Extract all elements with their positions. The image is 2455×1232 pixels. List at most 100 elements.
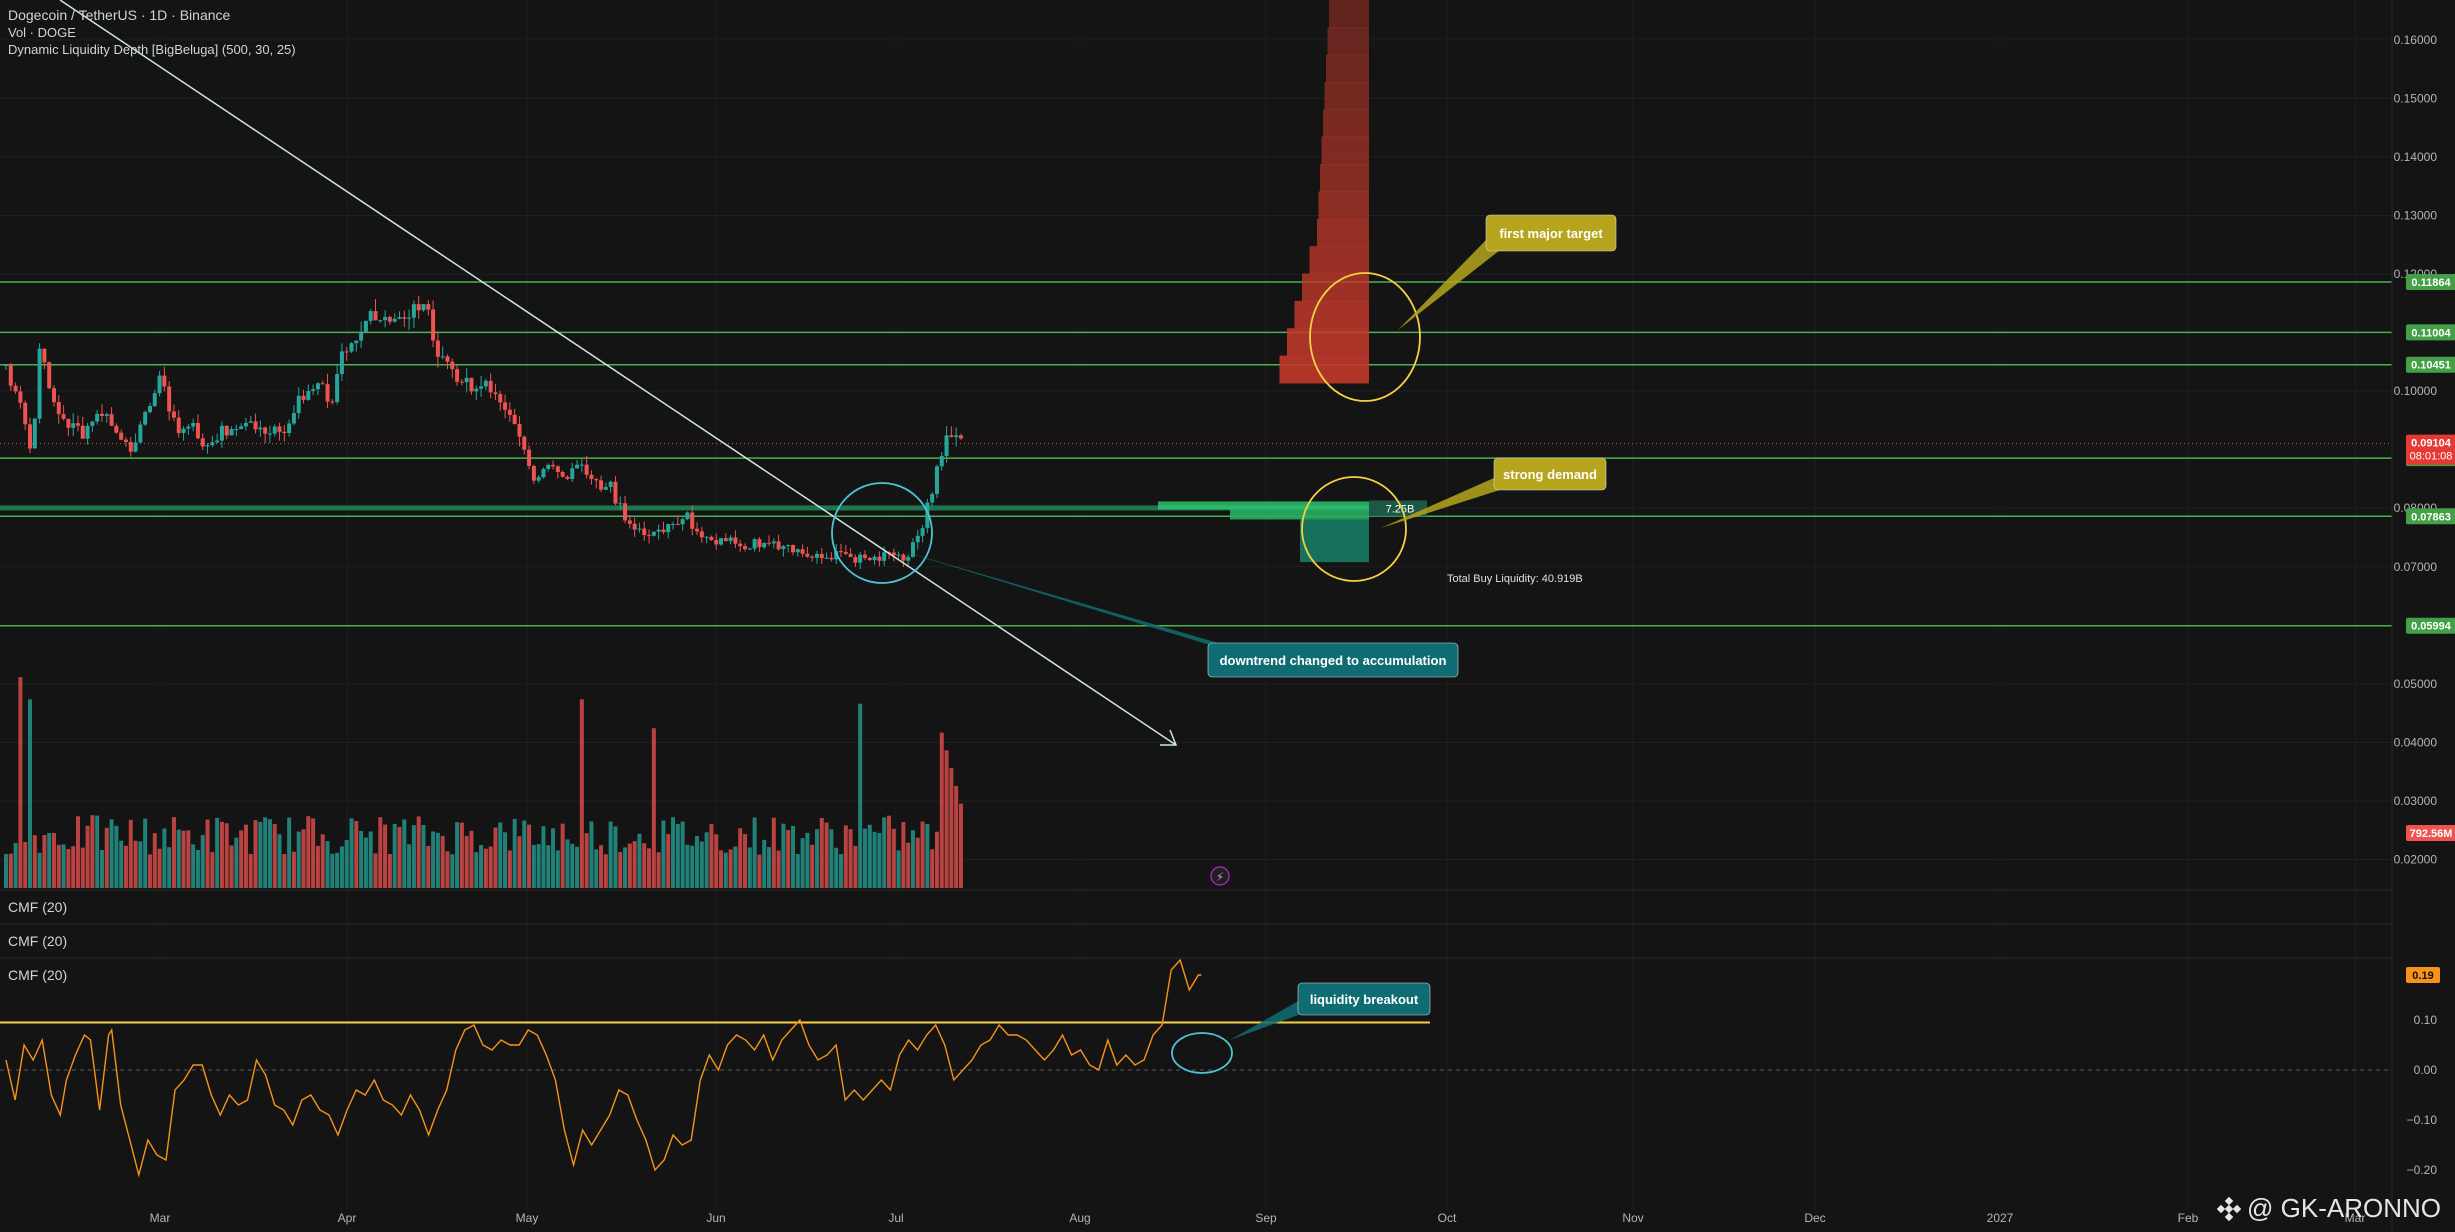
volume-bar-66 [320, 834, 325, 888]
volume-bar-5 [27, 699, 32, 888]
cmf-pane-label-3[interactable]: CMF (20) [8, 967, 67, 983]
candle-body-10 [51, 388, 56, 403]
candle-body-98 [474, 388, 479, 392]
cmf-pane-label-1[interactable]: CMF (20) [8, 899, 67, 915]
sell-liquidity-bar-4 [1323, 109, 1369, 138]
candle-body-70 [339, 351, 344, 375]
candle-body-77 [373, 311, 378, 321]
candle-body-159 [767, 542, 772, 544]
candle-body-116 [560, 471, 565, 477]
volume-bar-138 [666, 834, 671, 888]
volume-bar-49 [239, 830, 244, 888]
candle-body-179 [862, 554, 867, 558]
volume-bar-120 [579, 699, 584, 888]
volume-bar-18 [90, 815, 95, 888]
volume-bar-119 [575, 846, 580, 888]
candle-body-35 [171, 411, 176, 418]
volume-bar-21 [104, 827, 109, 888]
volume-bar-75 [363, 837, 368, 888]
volume-bar-144 [695, 835, 700, 888]
candle-body-58 [282, 431, 287, 434]
volume-bar-152 [733, 846, 738, 888]
level-label-2: 0.10451 [2411, 360, 2451, 372]
volume-bar-122 [589, 821, 594, 888]
volume-bar-167 [805, 832, 810, 888]
volume-bar-20 [99, 850, 104, 888]
candle-body-115 [555, 466, 560, 472]
candle-body-42 [205, 445, 210, 447]
volume-bar-121 [584, 833, 589, 888]
candle-body-44 [215, 440, 220, 443]
candle-body-0 [4, 364, 8, 366]
volume-bar-180 [867, 824, 872, 888]
candle-body-123 [594, 479, 599, 481]
candle-body-85 [411, 304, 416, 318]
candle-body-38 [186, 426, 191, 429]
volume-bar-125 [603, 854, 608, 888]
volume-bar-129 [623, 847, 628, 888]
volume-bar-132 [637, 833, 642, 888]
candle-body-34 [167, 386, 172, 412]
volume-bar-182 [877, 832, 882, 888]
volume-bar-174 [838, 854, 843, 888]
candle-body-101 [488, 380, 493, 393]
last-price-label: 0.09104 [2411, 438, 2452, 450]
candle-body-195 [939, 455, 944, 467]
candle-body-150 [723, 538, 728, 541]
volume-bar-163 [786, 830, 791, 888]
candle-body-178 [858, 554, 863, 563]
volume-bar-4 [23, 841, 28, 888]
symbol-title[interactable]: Dogecoin / TetherUS · 1D · Binance [8, 7, 230, 23]
volume-bar-175 [843, 825, 848, 888]
volume-bar-96 [464, 836, 469, 888]
candle-body-53 [258, 427, 263, 430]
volume-bar-14 [71, 846, 76, 888]
indicator-legend[interactable]: Dynamic Liquidity Depth [BigBeluga] (500… [8, 42, 296, 57]
candle-body-60 [291, 413, 296, 424]
candle-body-112 [541, 468, 546, 478]
candle-body-167 [805, 553, 810, 557]
candle-body-119 [575, 464, 580, 469]
candle-body-117 [565, 476, 570, 480]
volume-bar-7 [37, 852, 42, 888]
candle-body-45 [219, 425, 224, 441]
candle-body-153 [738, 543, 743, 547]
time-tick-10: 2027 [1987, 1211, 2014, 1225]
trading-chart[interactable]: 7.25BTotal Buy Liquidity: 40.919B first … [0, 0, 2455, 1232]
candle-body-59 [287, 423, 292, 434]
candle-body-67 [325, 384, 330, 402]
callout-text-2: downtrend changed to accumulation [1220, 653, 1447, 668]
candle-body-158 [762, 542, 767, 548]
candle-body-155 [747, 548, 752, 550]
volume-bar-84 [407, 844, 412, 888]
volume-bar-46 [224, 823, 229, 888]
candle-body-19 [95, 413, 100, 422]
volume-bar-101 [488, 846, 493, 888]
volume-bar-158 [762, 839, 767, 888]
volume-bar-78 [378, 817, 383, 888]
candle-body-145 [699, 531, 704, 538]
volume-bar-196 [944, 750, 949, 888]
volume-bar-3 [18, 677, 23, 888]
candle-body-54 [263, 427, 268, 434]
volume-bar-115 [555, 850, 560, 888]
volume-bar-145 [699, 841, 704, 888]
candle-body-31 [152, 393, 157, 407]
cmf-pane-label-2[interactable]: CMF (20) [8, 933, 67, 949]
lightning-icon: ⚡ [1216, 870, 1224, 884]
price-tick-8: 0.05000 [2394, 677, 2438, 691]
volume-legend[interactable]: Vol · DOGE [8, 25, 76, 40]
candle-body-21 [104, 414, 109, 416]
candle-body-23 [114, 425, 119, 433]
binance-icon [2217, 1196, 2242, 1221]
candle-body-152 [733, 537, 738, 544]
price-tick-2: 0.14000 [2394, 150, 2438, 164]
candle-body-122 [589, 474, 594, 480]
volume-bar-183 [882, 817, 887, 888]
candle-body-154 [743, 546, 748, 550]
candle-body-2 [13, 385, 18, 392]
candle-body-62 [301, 395, 306, 400]
volume-bar-9 [47, 832, 52, 888]
volume-bar-36 [176, 829, 181, 888]
candle-body-28 [138, 424, 143, 443]
